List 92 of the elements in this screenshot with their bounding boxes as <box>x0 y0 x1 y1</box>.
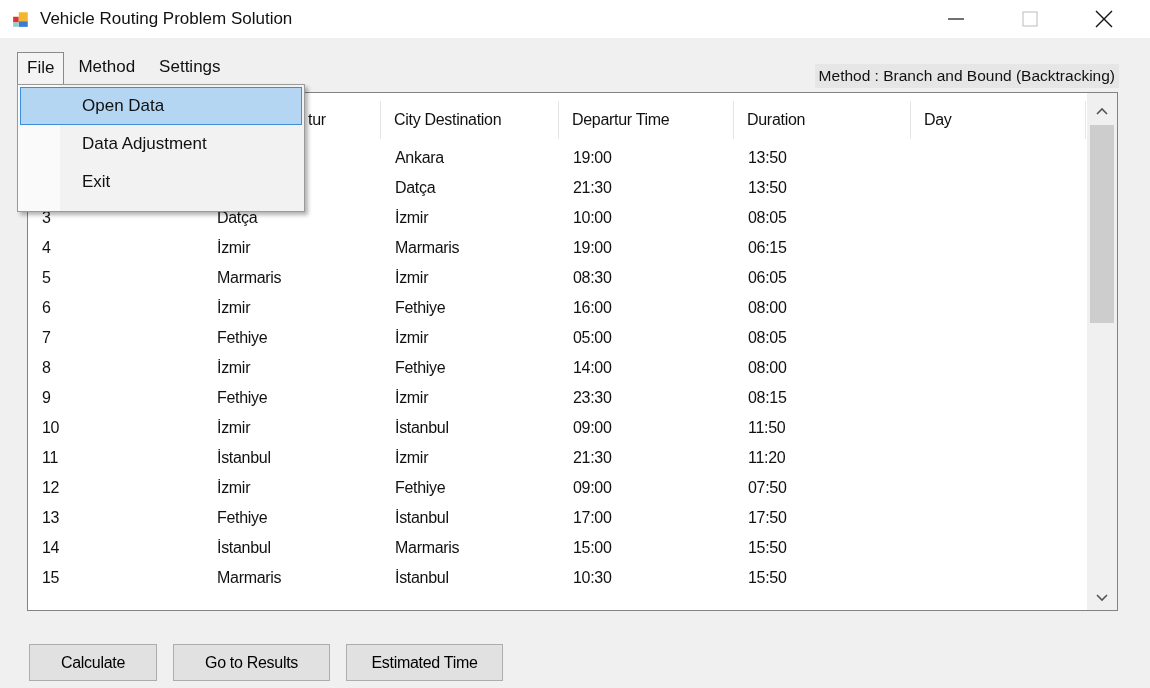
table-cell: 10:00 <box>573 209 612 226</box>
column-header[interactable]: City Destination <box>394 111 502 129</box>
table-cell: Datça <box>217 209 258 226</box>
scroll-up-icon[interactable] <box>1096 107 1108 115</box>
table-cell: İzmir <box>217 419 251 436</box>
menu-item[interactable]: File <box>17 52 65 84</box>
table-cell: 13:50 <box>748 179 787 196</box>
table-cell: 15:50 <box>748 569 787 586</box>
table-cell: 08:05 <box>748 329 787 346</box>
table-cell: Fethiye <box>395 359 446 376</box>
table-cell: 14:00 <box>573 359 612 376</box>
table-cell: 21:30 <box>573 179 612 196</box>
table-cell: 8 <box>42 359 51 376</box>
table-cell: İzmir <box>395 449 429 466</box>
action-button[interactable]: Calculate <box>29 644 157 681</box>
table-cell: Fethiye <box>217 509 268 526</box>
table-cell: Marmaris <box>395 539 460 556</box>
table-cell: İstanbul <box>217 539 271 556</box>
table-cell: 6 <box>42 299 51 316</box>
table-cell: 11:20 <box>748 449 786 466</box>
table-cell: 05:00 <box>573 329 612 346</box>
action-button[interactable]: Estimated Time <box>346 644 503 681</box>
table-cell: 08:00 <box>748 359 787 376</box>
table-cell: 9 <box>42 389 51 406</box>
table-cell: 11 <box>42 449 58 466</box>
table-cell: İzmir <box>395 389 429 406</box>
table-cell: İzmir <box>217 239 251 256</box>
app-icon <box>12 10 30 28</box>
table-cell: İzmir <box>395 209 429 226</box>
table-cell: 17:00 <box>573 509 612 526</box>
table-cell: 08:30 <box>573 269 612 286</box>
table-cell: 06:15 <box>748 239 787 256</box>
table-cell: İzmir <box>395 269 429 286</box>
table-cell: Marmaris <box>217 269 282 286</box>
table-cell: Marmaris <box>217 569 282 586</box>
table-cell: 08:15 <box>748 389 787 406</box>
column-header[interactable]: Day <box>924 111 952 129</box>
table-cell: Ankara <box>395 149 444 166</box>
dropdown-item[interactable]: Open Data <box>20 87 302 125</box>
table-cell: 10 <box>42 419 60 436</box>
table-cell: 19:00 <box>573 239 612 256</box>
column-header[interactable]: tur <box>308 111 326 129</box>
scrollbar[interactable] <box>1087 93 1117 610</box>
action-button[interactable]: Go to Results <box>173 644 330 681</box>
table-cell: 19:00 <box>573 149 612 166</box>
table-cell: 12 <box>42 479 60 496</box>
method-label: Method : Branch and Bound (Backtracking) <box>814 64 1119 88</box>
table-cell: İstanbul <box>395 569 449 586</box>
scroll-thumb[interactable] <box>1090 125 1114 323</box>
table-cell: 7 <box>42 329 51 346</box>
table-cell: Marmaris <box>395 239 460 256</box>
table-cell: 5 <box>42 269 51 286</box>
table-cell: 17:50 <box>748 509 787 526</box>
column-header[interactable]: Departur Time <box>572 111 670 129</box>
close-icon[interactable] <box>1094 9 1114 29</box>
scroll-down-icon[interactable] <box>1096 594 1108 602</box>
table-cell: Datça <box>395 179 436 196</box>
dropdown-item[interactable]: Exit <box>20 163 302 201</box>
table-cell: 23:30 <box>573 389 612 406</box>
table-cell: 09:00 <box>573 419 612 436</box>
table-cell: 08:05 <box>748 209 787 226</box>
table-cell: Fethiye <box>217 329 268 346</box>
table-cell: 08:00 <box>748 299 787 316</box>
table-cell: 09:00 <box>573 479 612 496</box>
table-cell: İzmir <box>217 299 251 316</box>
table-cell: 16:00 <box>573 299 612 316</box>
table-cell: İzmir <box>395 329 429 346</box>
table-cell: 15 <box>42 569 60 586</box>
table-cell: 06:05 <box>748 269 787 286</box>
table-cell: 14 <box>42 539 60 556</box>
menu-item[interactable]: Method <box>68 52 146 84</box>
table-cell: 10:30 <box>573 569 612 586</box>
table-cell: İzmir <box>217 479 251 496</box>
table-cell: 13:50 <box>748 149 787 166</box>
table-cell: İstanbul <box>395 419 449 436</box>
table-cell: 13 <box>42 509 60 526</box>
dropdown-item[interactable]: Data Adjustment <box>20 125 302 163</box>
table-cell: 07:50 <box>748 479 787 496</box>
window-title: Vehicle Routing Problem Solution <box>40 9 293 29</box>
table-cell: İstanbul <box>395 509 449 526</box>
column-header[interactable]: Duration <box>747 111 806 129</box>
table-cell: İzmir <box>217 359 251 376</box>
table-cell: 11:50 <box>748 419 786 436</box>
table-cell: 15:50 <box>748 539 787 556</box>
table-cell: Fethiye <box>395 299 446 316</box>
table-cell: İstanbul <box>217 449 271 466</box>
table-cell: Fethiye <box>395 479 446 496</box>
table-cell: 21:30 <box>573 449 612 466</box>
table-cell: Fethiye <box>217 389 268 406</box>
menu-item[interactable]: Settings <box>149 52 231 84</box>
table-cell: 4 <box>42 239 51 256</box>
table-cell: 15:00 <box>573 539 612 556</box>
